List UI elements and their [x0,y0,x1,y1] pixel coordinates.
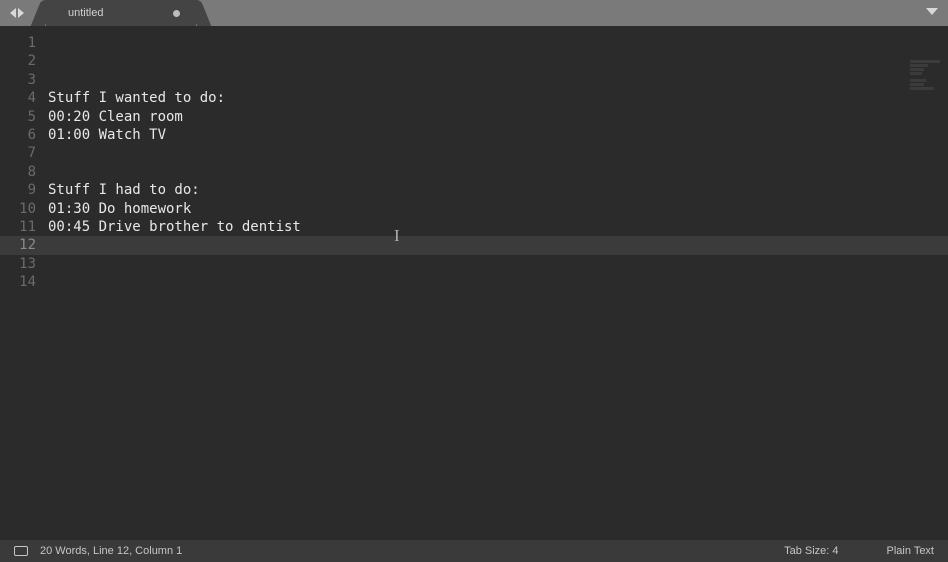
text-line[interactable] [48,273,948,291]
text-line[interactable] [48,71,948,89]
nav-arrows [0,8,32,18]
line-number: 7 [0,144,48,162]
text-line[interactable]: 00:45 Drive brother to dentist [48,218,948,236]
text-line[interactable]: 01:30 Do homework [48,200,948,218]
status-bar: 20 Words, Line 12, Column 1 Tab Size: 4 … [0,540,948,562]
line-number: 5 [0,108,48,126]
status-syntax[interactable]: Plain Text [887,545,935,557]
line-number: 3 [0,71,48,89]
line-number: 11 [0,218,48,236]
line-number-gutter: 1234567891011121314 [0,26,48,540]
dirty-indicator-icon [173,10,180,17]
tab-label: untitled [68,7,103,19]
text-line[interactable] [48,52,948,70]
text-line[interactable] [48,236,948,254]
line-number: 2 [0,52,48,70]
status-tab-size[interactable]: Tab Size: 4 [784,545,838,557]
line-number: 9 [0,181,48,199]
line-number: 4 [0,89,48,107]
panel-toggle-icon[interactable] [14,546,28,556]
status-words-line-col[interactable]: 20 Words, Line 12, Column 1 [40,545,182,557]
editor-area[interactable]: 1234567891011121314 Stuff I wanted to do… [0,26,948,540]
line-number: 10 [0,200,48,218]
text-line[interactable] [48,255,948,273]
text-line[interactable]: Stuff I wanted to do: [48,89,948,107]
tab-overflow-menu-icon[interactable] [926,8,938,15]
text-line[interactable] [48,34,948,52]
line-number: 13 [0,255,48,273]
text-line[interactable]: 01:00 Watch TV [48,126,948,144]
tab-untitled[interactable]: untitled [46,0,196,26]
line-number: 14 [0,273,48,291]
line-number: 6 [0,126,48,144]
title-bar: untitled [0,0,948,26]
text-line[interactable] [48,144,948,162]
text-content[interactable]: Stuff I wanted to do:00:20 Clean room01:… [48,26,948,540]
line-number: 12 [0,236,48,254]
text-line[interactable]: 00:20 Clean room [48,108,948,126]
line-number: 8 [0,163,48,181]
tab-strip: untitled [46,0,196,26]
nav-forward-icon[interactable] [18,8,24,18]
text-line[interactable] [48,163,948,181]
nav-back-icon[interactable] [10,8,16,18]
text-line[interactable]: Stuff I had to do: [48,181,948,199]
line-number: 1 [0,34,48,52]
